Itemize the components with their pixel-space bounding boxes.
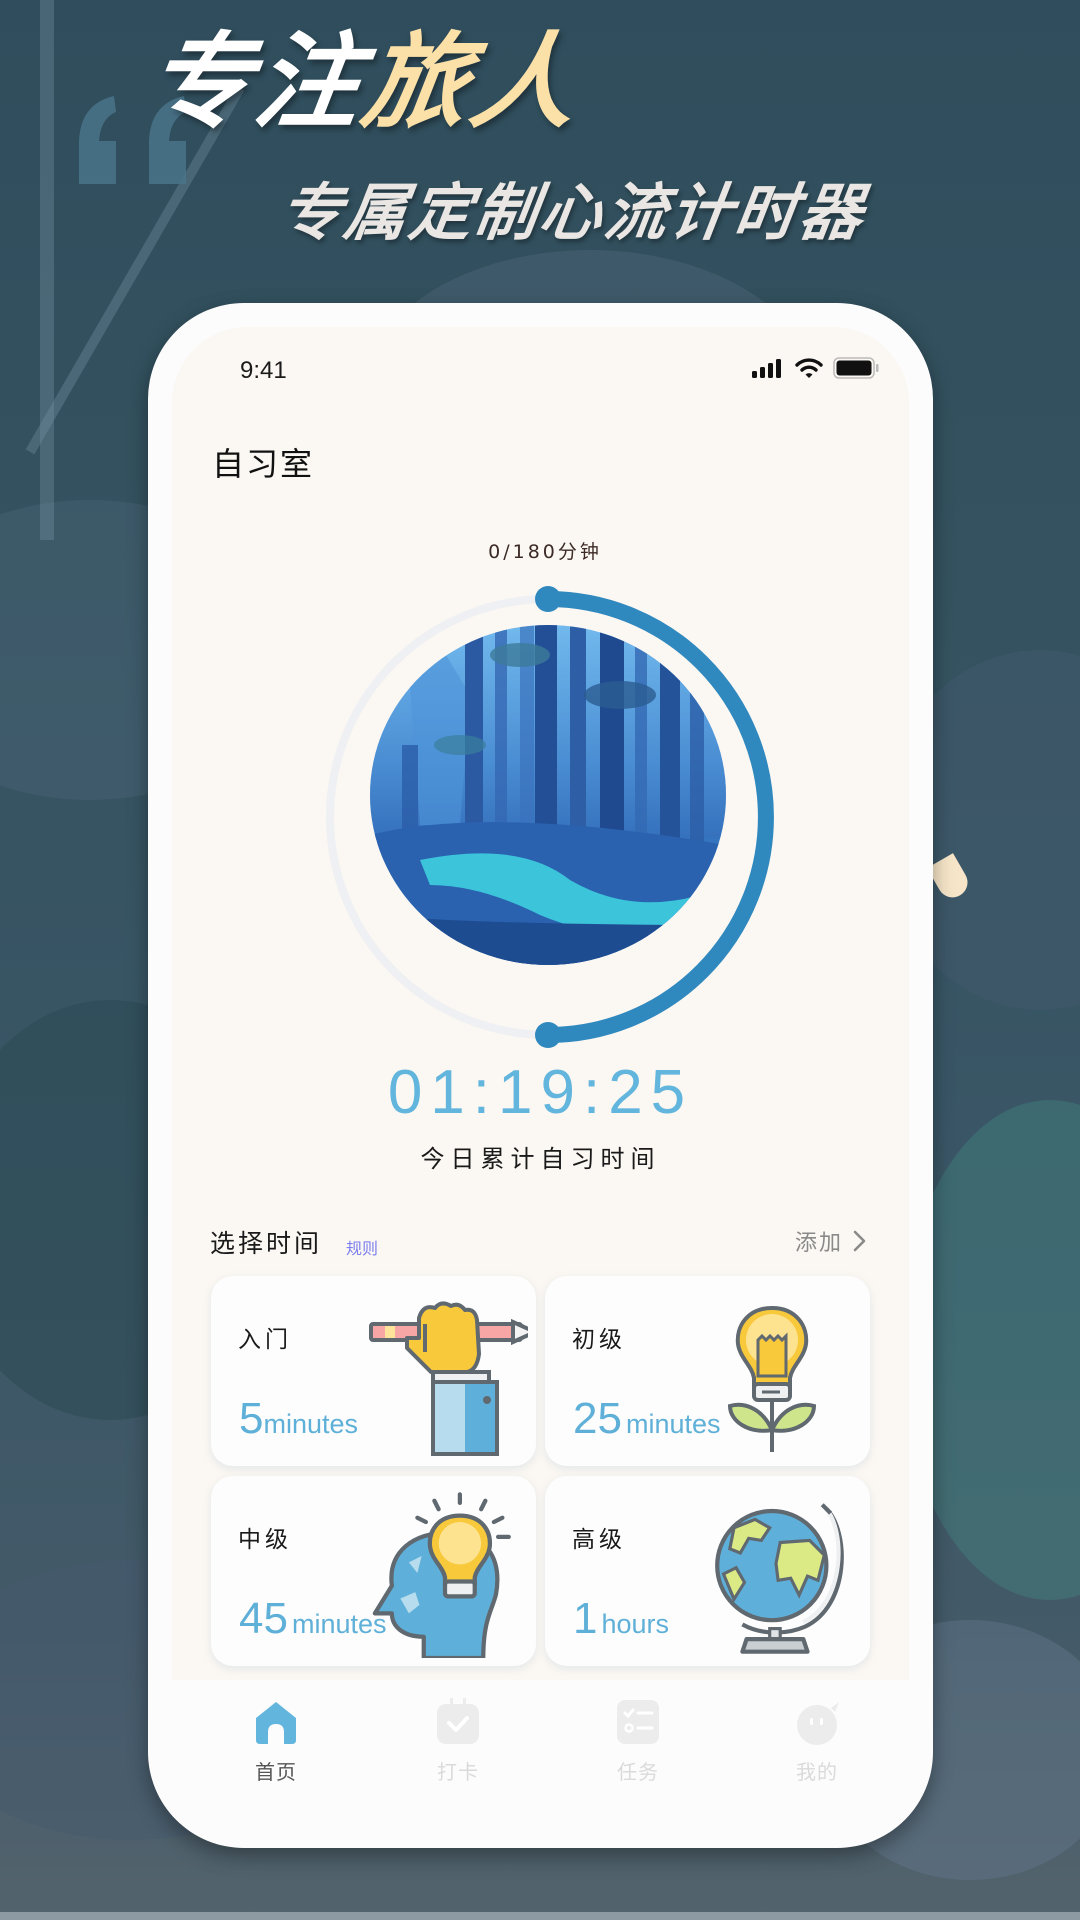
home-icon (256, 1702, 296, 1744)
preset-unit: minutes (263, 1409, 359, 1439)
hand-pencil-icon (369, 1301, 528, 1456)
preset-unit: hours (601, 1609, 670, 1639)
page-title: 自习室 (212, 445, 315, 483)
lightbulb-plant-icon (727, 1305, 817, 1452)
progress-ring-end-knob (535, 1022, 561, 1048)
progress-ring-start-knob (535, 586, 561, 612)
preset-duration: 5minutes (239, 1394, 358, 1444)
preset-level: 高级 (572, 1527, 626, 1553)
preset-amount: 5 (239, 1394, 264, 1443)
preset-amount: 45 (239, 1594, 288, 1643)
battery-icon (833, 357, 879, 379)
add-button[interactable]: 添加 (795, 1225, 867, 1257)
goal-progress-label: 0/180分钟 (488, 541, 602, 563)
head-lightbulb-icon (372, 1492, 511, 1658)
preset-card-elementary[interactable]: 初级 25 minutes (545, 1276, 870, 1466)
preset-duration: 1 hours (573, 1594, 669, 1644)
bottom-tab-bar: 首页 打卡 任务 我的 (172, 1680, 909, 1824)
preset-card-beginner[interactable]: 入门 5minutes (211, 1276, 536, 1466)
tab-label: 我的 (796, 1760, 838, 1784)
wifi-icon (795, 358, 823, 378)
app-screen: 9:41 自习室 0/180分钟 01:19:25 今日累计自习时间 选择时间 … (172, 327, 909, 1824)
promo-subheadline: 专属定制心流计时器 (274, 176, 871, 249)
forest-illustration (370, 625, 726, 965)
profile-face-icon (797, 1702, 839, 1745)
chevron-right-icon (853, 1230, 866, 1252)
status-time: 9:41 (240, 357, 287, 384)
rules-link[interactable]: 规则 (346, 1235, 378, 1259)
preset-level: 入门 (238, 1327, 292, 1353)
tab-label: 首页 (255, 1760, 297, 1784)
preset-level: 初级 (572, 1327, 626, 1353)
tab-profile[interactable]: 我的 (757, 1698, 877, 1785)
tab-label: 打卡 (437, 1760, 479, 1784)
signal-icon (752, 359, 781, 378)
phone-frame: 9:41 自习室 0/180分钟 01:19:25 今日累计自习时间 选择时间 … (148, 303, 933, 1848)
tab-label: 任务 (617, 1760, 659, 1784)
headline-white-text: 专注 (139, 21, 373, 143)
globe-icon (715, 1503, 844, 1654)
tab-checkin[interactable]: 打卡 (398, 1698, 518, 1785)
preset-card-advanced[interactable]: 高级 1 hours (545, 1476, 870, 1666)
headline-accent-text: 旅人 (355, 21, 589, 143)
preset-amount: 1 (573, 1594, 598, 1643)
add-label: 添加 (794, 1231, 843, 1256)
preset-card-intermediate[interactable]: 中级 45 minutes (211, 1476, 536, 1666)
preset-amount: 25 (573, 1394, 622, 1443)
promo-headline: 专注旅人 (139, 21, 588, 143)
status-icons (751, 357, 879, 379)
task-list-icon (617, 1700, 659, 1744)
tab-tasks[interactable]: 任务 (578, 1698, 698, 1785)
tab-home[interactable]: 首页 (216, 1698, 336, 1785)
timer-caption: 今日累计自习时间 (420, 1145, 661, 1173)
section-title: 选择时间 (210, 1229, 323, 1258)
preset-level: 中级 (238, 1527, 292, 1553)
checkin-calendar-icon (437, 1698, 479, 1744)
study-timer: 01:19:25 (387, 1058, 694, 1127)
forest-scene-image (370, 625, 726, 965)
